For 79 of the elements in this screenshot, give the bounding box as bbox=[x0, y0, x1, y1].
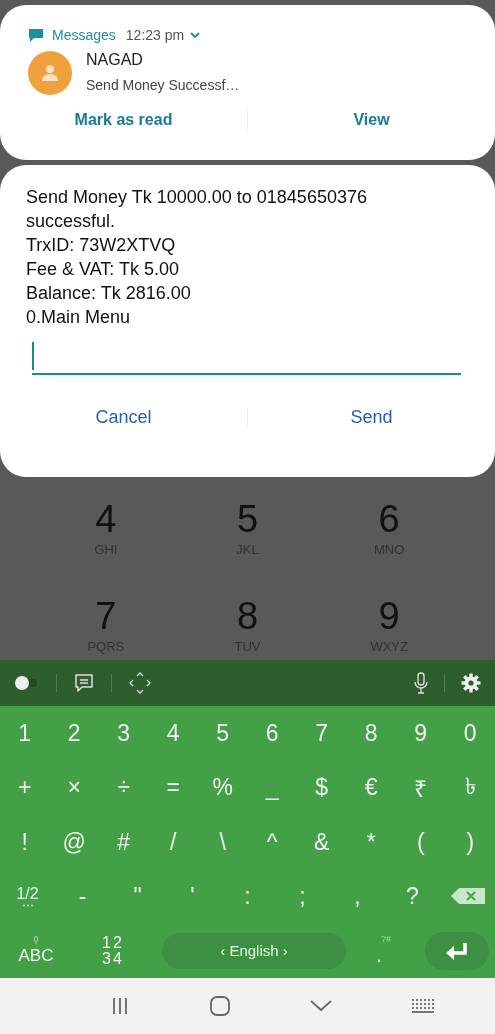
message-line: 0.Main Menu bbox=[26, 306, 132, 329]
keyboard-key[interactable]: ÷ bbox=[99, 760, 149, 815]
notification-action[interactable]: Mark as read bbox=[0, 107, 247, 133]
keyboard-key[interactable]: @ bbox=[49, 814, 99, 870]
keyboard-key[interactable]: ৳ bbox=[445, 760, 495, 815]
keyboard-key[interactable]: ) bbox=[445, 814, 495, 870]
keyboard-key[interactable]: - bbox=[55, 869, 110, 924]
app-name: Messages bbox=[52, 27, 116, 43]
message-icon[interactable] bbox=[73, 672, 95, 694]
microphone-icon bbox=[33, 935, 39, 945]
keyboard-key[interactable]: , bbox=[330, 869, 385, 924]
keyboard-key[interactable]: 5 bbox=[198, 706, 248, 761]
keyboard-key[interactable]: ; bbox=[275, 869, 330, 924]
keyboard-key[interactable]: * bbox=[346, 814, 396, 870]
sender-name: NAGAD bbox=[86, 51, 144, 69]
dial-digit: 6 bbox=[378, 499, 400, 539]
dial-digit: 8 bbox=[236, 596, 259, 636]
notification-time: 12:23 pm bbox=[125, 27, 185, 43]
enter-arrow-icon bbox=[445, 940, 469, 961]
notification-card[interactable]: Messages 12:23 pm NAGAD Send Money Successf… Mark as read View bbox=[0, 5, 495, 160]
keyboard-key[interactable]: = bbox=[148, 760, 198, 815]
notification-action[interactable]: View bbox=[248, 107, 495, 133]
move-arrows-icon[interactable] bbox=[128, 671, 152, 695]
keyboard-key[interactable]: ^ bbox=[247, 814, 297, 870]
enter-key[interactable] bbox=[425, 931, 489, 970]
keyboard-key[interactable]: 7 bbox=[297, 706, 347, 761]
settings-icon[interactable] bbox=[461, 673, 481, 693]
abc-key[interactable]: ABC bbox=[4, 923, 68, 979]
period-key[interactable]: ?# . bbox=[346, 923, 412, 979]
message-line: Balance: Tk 2816.00 bbox=[26, 282, 192, 305]
keyboard-key[interactable]: " bbox=[110, 869, 165, 924]
keyboard-key[interactable]: ! bbox=[0, 814, 50, 870]
keyboard-key[interactable]: # bbox=[99, 814, 149, 870]
keyboard-key[interactable]: $ bbox=[297, 760, 347, 815]
keyboard-key[interactable]: 0 bbox=[445, 706, 495, 761]
toggle-switch[interactable] bbox=[14, 675, 40, 691]
keyboard-key[interactable]: % bbox=[198, 760, 248, 815]
avatar-icon bbox=[28, 51, 72, 95]
keyboard-key[interactable]: : bbox=[220, 869, 275, 924]
message-line: TrxID: 73W2XTVQ bbox=[26, 234, 177, 257]
keyboard-key[interactable]: & bbox=[297, 814, 347, 870]
keyboard-key[interactable]: ₹ bbox=[396, 760, 446, 815]
keyboard-key[interactable]: 4 bbox=[148, 706, 198, 761]
keyboard-key[interactable]: ? bbox=[385, 869, 440, 924]
message-preview: Send Money Successf… bbox=[86, 77, 240, 93]
keyboard-key[interactable]: _ bbox=[247, 760, 297, 815]
chevron-down-icon[interactable] bbox=[190, 31, 201, 39]
page-key[interactable]: 1/2 bbox=[0, 869, 55, 924]
keyboard-key[interactable]: \ bbox=[198, 814, 248, 870]
home-icon[interactable] bbox=[208, 995, 231, 1017]
dialog-button[interactable]: Send bbox=[248, 401, 495, 434]
dial-digit: 9 bbox=[378, 596, 400, 636]
keyboard-key[interactable]: ' bbox=[165, 869, 220, 924]
backspace-icon bbox=[450, 888, 485, 905]
message-line: Send Money Tk 10000.00 to 01845650376 successful. bbox=[26, 186, 368, 233]
dialog-button[interactable]: Cancel bbox=[0, 401, 247, 434]
keyboard-icon[interactable] bbox=[411, 998, 436, 1014]
keyboard-key[interactable]: 8 bbox=[346, 706, 396, 761]
keyboard-key[interactable]: 6 bbox=[247, 706, 297, 761]
keyboard-key[interactable]: 9 bbox=[396, 706, 446, 761]
keyboard-key[interactable]: 3 bbox=[99, 706, 149, 761]
dial-digit: 7 bbox=[95, 596, 117, 636]
microphone-icon[interactable] bbox=[414, 672, 428, 694]
dial-digit: 5 bbox=[236, 499, 259, 539]
keyboard-key[interactable]: 2 bbox=[49, 706, 99, 761]
chat-bubble-icon bbox=[28, 27, 44, 43]
dial-digit: 4 bbox=[95, 499, 117, 539]
keyboard-key[interactable]: + bbox=[0, 760, 50, 815]
keyboard-key[interactable]: × bbox=[49, 760, 99, 815]
dots-icon bbox=[21, 904, 34, 908]
keyboard-key[interactable]: ( bbox=[396, 814, 446, 870]
keyboard-key[interactable]: € bbox=[346, 760, 396, 815]
keyboard-key[interactable]: 1 bbox=[0, 706, 50, 761]
numpad-key[interactable]: 12 34 bbox=[68, 923, 158, 979]
space-bar[interactable]: ‹ English › bbox=[162, 932, 346, 969]
chevron-down-icon[interactable] bbox=[310, 1000, 333, 1012]
input-field[interactable] bbox=[32, 339, 461, 375]
keyboard-key[interactable]: / bbox=[148, 814, 198, 870]
message-line: Fee & VAT: Tk 5.00 bbox=[26, 258, 181, 281]
